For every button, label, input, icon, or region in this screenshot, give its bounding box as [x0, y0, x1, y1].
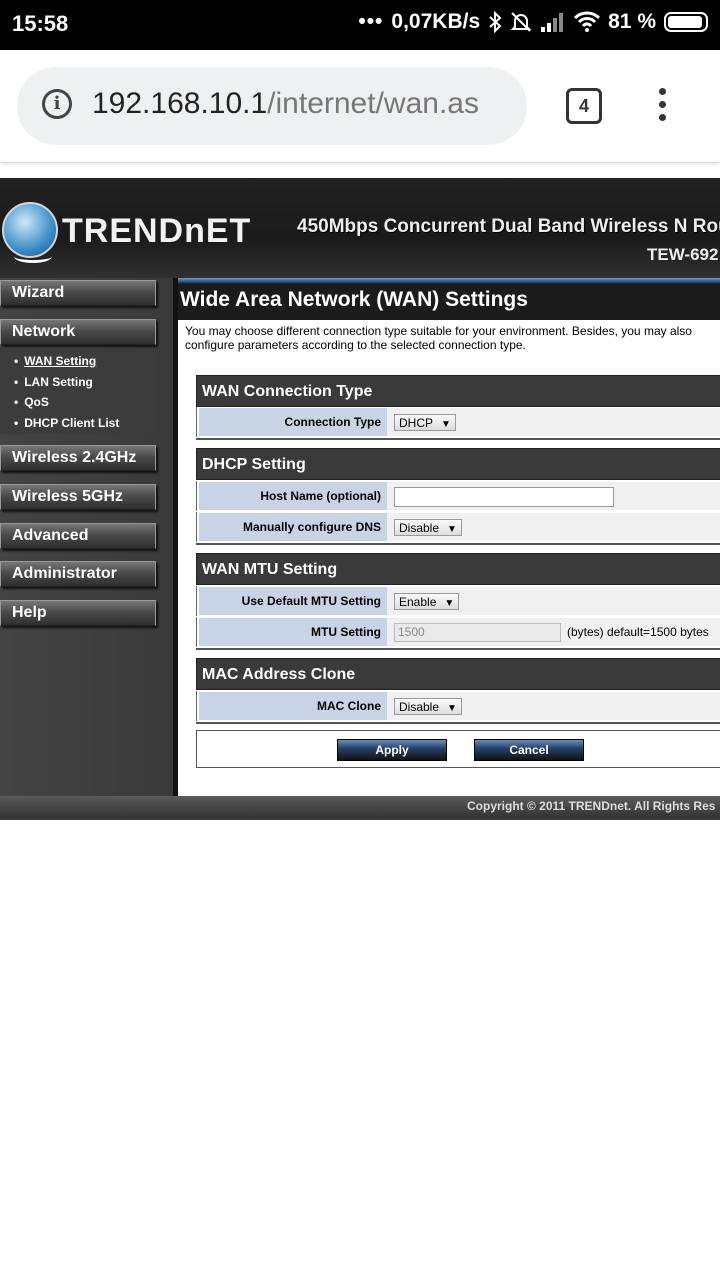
wan-mtu-heading: WAN MTU Setting — [196, 553, 720, 585]
network-submenu: WAN Setting LAN Setting QoS DHCP Client … — [0, 348, 156, 434]
copyright-text: Copyright © 2011 TRENDnet. All Rights Re… — [467, 799, 716, 813]
battery-percent: 81 % — [608, 10, 656, 33]
host-name-input[interactable] — [394, 487, 614, 507]
chevron-down-icon: ▼ — [441, 419, 451, 430]
status-icons: ••• 0,07KB/s 81 % — [358, 10, 708, 34]
model-number: TEW-692 — [647, 245, 719, 264]
nav-wizard[interactable]: Wizard — [0, 280, 156, 306]
url-path: /internet/wan.as — [267, 87, 479, 120]
nav-wireless-5ghz[interactable]: Wireless 5GHz — [0, 484, 156, 510]
nav-network[interactable]: Network — [0, 319, 156, 345]
subnav-dhcp-client-list[interactable]: DHCP Client List — [14, 416, 119, 430]
mtu-setting-row: MTU Setting 1500 (bytes) default=1500 by… — [196, 617, 720, 647]
tab-switcher-button[interactable]: 4 — [566, 88, 602, 124]
sidebar-nav: Wizard Network WAN Setting LAN Setting Q… — [0, 278, 173, 796]
section-divider — [196, 438, 720, 440]
cancel-button[interactable]: Cancel — [474, 739, 584, 761]
nav-wireless-24ghz[interactable]: Wireless 2.4GHz — [0, 445, 156, 471]
router-header: TRENDnET 450Mbps Concurrent Dual Band Wi… — [0, 178, 720, 280]
address-bar[interactable]: i 192.168.10.1/internet/wan.as — [17, 67, 527, 145]
main-content: Wide Area Network (WAN) Settings You may… — [173, 278, 720, 796]
dhcp-setting-heading: DHCP Setting — [196, 448, 720, 480]
url-host: 192.168.10.1 — [92, 87, 268, 120]
mtu-input[interactable]: 1500 — [394, 623, 561, 642]
wan-connection-heading: WAN Connection Type — [196, 375, 720, 407]
host-name-row: Host Name (optional) — [196, 481, 720, 511]
mac-clone-heading: MAC Address Clone — [196, 658, 720, 690]
url-text[interactable]: 192.168.10.1/internet/wan.as — [92, 87, 510, 121]
nav-administrator[interactable]: Administrator — [0, 561, 156, 587]
muted-bell-icon — [510, 12, 532, 32]
default-mtu-row: Use Default MTU Setting Enable ▼ — [196, 586, 720, 616]
subnav-wan-setting[interactable]: WAN Setting — [14, 354, 96, 368]
connection-type-select[interactable]: DHCP ▼ — [394, 414, 456, 431]
mtu-setting-label: MTU Setting — [199, 618, 387, 646]
browser-menu-icon[interactable] — [659, 88, 667, 128]
chevron-down-icon: ▼ — [444, 598, 455, 609]
manual-dns-label: Manually configure DNS — [199, 513, 387, 541]
mac-clone-label: MAC Clone — [199, 692, 387, 720]
cellular-signal-icon — [541, 13, 564, 32]
chevron-down-icon: ▼ — [447, 524, 457, 535]
section-divider — [196, 543, 720, 545]
manual-dns-select[interactable]: Disable ▼ — [394, 519, 462, 536]
section-divider — [196, 648, 720, 650]
section-divider — [196, 722, 720, 724]
connection-type-label: Connection Type — [199, 408, 387, 436]
trendnet-logo-icon — [2, 202, 58, 263]
page-title: Wide Area Network (WAN) Settings — [178, 278, 720, 320]
nav-advanced[interactable]: Advanced — [0, 523, 156, 549]
subnav-qos[interactable]: QoS — [14, 395, 49, 409]
mtu-default-note: (bytes) default=1500 bytes — [567, 625, 709, 639]
wifi-icon — [574, 11, 601, 32]
bluetooth-icon — [489, 11, 502, 33]
brand-logo-text: TRENDnET — [62, 212, 252, 250]
clock: 15:58 — [12, 11, 69, 36]
more-notifications-icon: ••• — [358, 10, 384, 33]
nav-help[interactable]: Help — [0, 600, 156, 626]
page-footer: Copyright © 2011 TRENDnet. All Rights Re… — [0, 796, 720, 818]
host-name-label: Host Name (optional) — [199, 482, 387, 510]
apply-button[interactable]: Apply — [337, 739, 447, 761]
subnav-lan-setting[interactable]: LAN Setting — [14, 375, 93, 389]
battery-icon — [664, 12, 708, 32]
network-speed: 0,07KB/s — [391, 10, 481, 33]
browser-toolbar: i 192.168.10.1/internet/wan.as 4 — [0, 50, 720, 163]
status-bar: 15:58 ••• 0,07KB/s 81 % — [0, 0, 720, 50]
page-description: You may choose different connection type… — [185, 324, 692, 352]
site-info-icon[interactable]: i — [42, 89, 72, 119]
action-bar: Apply Cancel — [196, 730, 720, 768]
router-page: TRENDnET 450Mbps Concurrent Dual Band Wi… — [0, 178, 720, 820]
mac-clone-row: MAC Clone Disable ▼ — [196, 691, 720, 721]
product-name: 450Mbps Concurrent Dual Band Wireless N … — [297, 216, 720, 237]
connection-type-row: Connection Type DHCP ▼ — [196, 407, 720, 437]
default-mtu-label: Use Default MTU Setting — [199, 587, 387, 615]
default-mtu-select[interactable]: Enable ▼ — [394, 593, 460, 610]
chevron-down-icon: ▼ — [447, 703, 457, 714]
mac-clone-select[interactable]: Disable ▼ — [394, 698, 462, 715]
manual-dns-row: Manually configure DNS Disable ▼ — [196, 512, 720, 542]
